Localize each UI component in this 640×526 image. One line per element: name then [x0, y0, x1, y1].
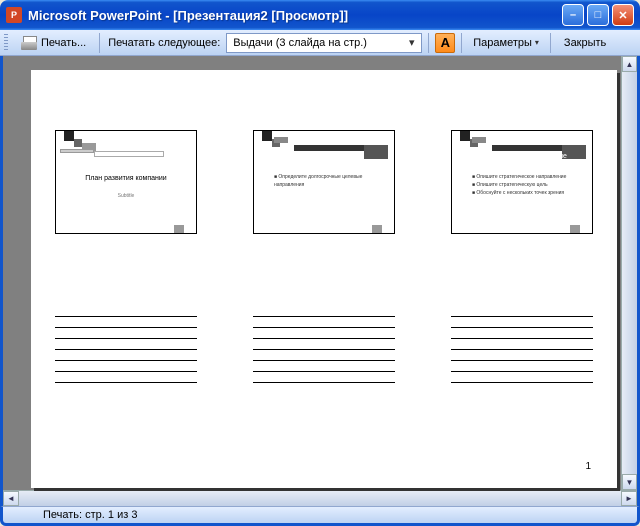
- hscroll-track[interactable]: [19, 491, 621, 506]
- handout-page: План развития компании Subtitle Прогноз …: [31, 70, 617, 488]
- close-preview-label: Закрыть: [564, 37, 606, 49]
- options-label: Параметры: [473, 37, 532, 49]
- maximize-button[interactable]: □: [587, 4, 609, 26]
- print-what-select[interactable]: Выдачи (3 слайда на стр.) ▾: [226, 33, 422, 53]
- preview-workspace: План развития компании Subtitle Прогноз …: [0, 56, 640, 506]
- separator: [428, 33, 429, 53]
- titlebar: P Microsoft PowerPoint - [Презентация2 […: [0, 0, 640, 30]
- dropdown-arrow-icon: ▾: [404, 36, 419, 49]
- horizontal-scrollbar[interactable]: ◄ ►: [3, 490, 637, 506]
- toolbar-grip[interactable]: [4, 34, 8, 52]
- slide-3-title: Цель и направление: [500, 153, 567, 160]
- slide-thumb-3: Цель и направление Опишите стратегическо…: [451, 130, 593, 234]
- print-button-label: Печать...: [41, 37, 86, 49]
- print-what-value: Выдачи (3 слайда на стр.): [233, 37, 367, 49]
- status-text: Печать: стр. 1 из 3: [43, 509, 137, 521]
- close-button[interactable]: ✕: [612, 4, 634, 26]
- chevron-down-icon: ▾: [535, 38, 539, 47]
- scroll-right-button[interactable]: ►: [621, 491, 637, 506]
- orientation-landscape-button[interactable]: A: [435, 33, 455, 53]
- notes-lines-3: [451, 306, 593, 393]
- vertical-scrollbar[interactable]: ▲ ▼: [621, 56, 637, 490]
- separator: [461, 33, 462, 53]
- options-button[interactable]: Параметры ▾: [468, 34, 544, 52]
- slide-1-title: План развития компании: [56, 175, 196, 182]
- separator: [99, 33, 100, 53]
- minimize-button[interactable]: –: [562, 4, 584, 26]
- close-preview-button[interactable]: Закрыть: [557, 32, 613, 54]
- slide-thumb-2: Прогноз Определите долгосрочные целевые …: [253, 130, 395, 234]
- page-number: 1: [585, 461, 591, 472]
- slide-2-bullets: Определите долгосрочные целевые направле…: [274, 173, 384, 189]
- separator: [550, 33, 551, 53]
- scroll-left-button[interactable]: ◄: [3, 491, 19, 506]
- printer-icon: [21, 36, 37, 50]
- slide-3-bullets: Опишите стратегическое направление Опиши…: [472, 173, 582, 197]
- app-icon: P: [6, 7, 22, 23]
- print-what-label: Печатать следующее:: [106, 37, 222, 49]
- slide-thumb-1: План развития компании Subtitle: [55, 130, 197, 234]
- scroll-up-button[interactable]: ▲: [622, 56, 637, 72]
- print-preview-toolbar: Печать... Печатать следующее: Выдачи (3 …: [0, 30, 640, 56]
- scroll-down-button[interactable]: ▼: [622, 474, 637, 490]
- slide-1-subtitle: Subtitle: [56, 193, 196, 199]
- notes-lines-2: [253, 306, 395, 393]
- status-bar: Печать: стр. 1 из 3: [0, 506, 640, 526]
- notes-lines-1: [55, 306, 197, 393]
- print-button[interactable]: Печать...: [14, 32, 93, 54]
- window-title: Microsoft PowerPoint - [Презентация2 [Пр…: [28, 8, 562, 23]
- vscroll-track[interactable]: [622, 72, 637, 474]
- slide-2-title: Прогноз: [302, 153, 328, 160]
